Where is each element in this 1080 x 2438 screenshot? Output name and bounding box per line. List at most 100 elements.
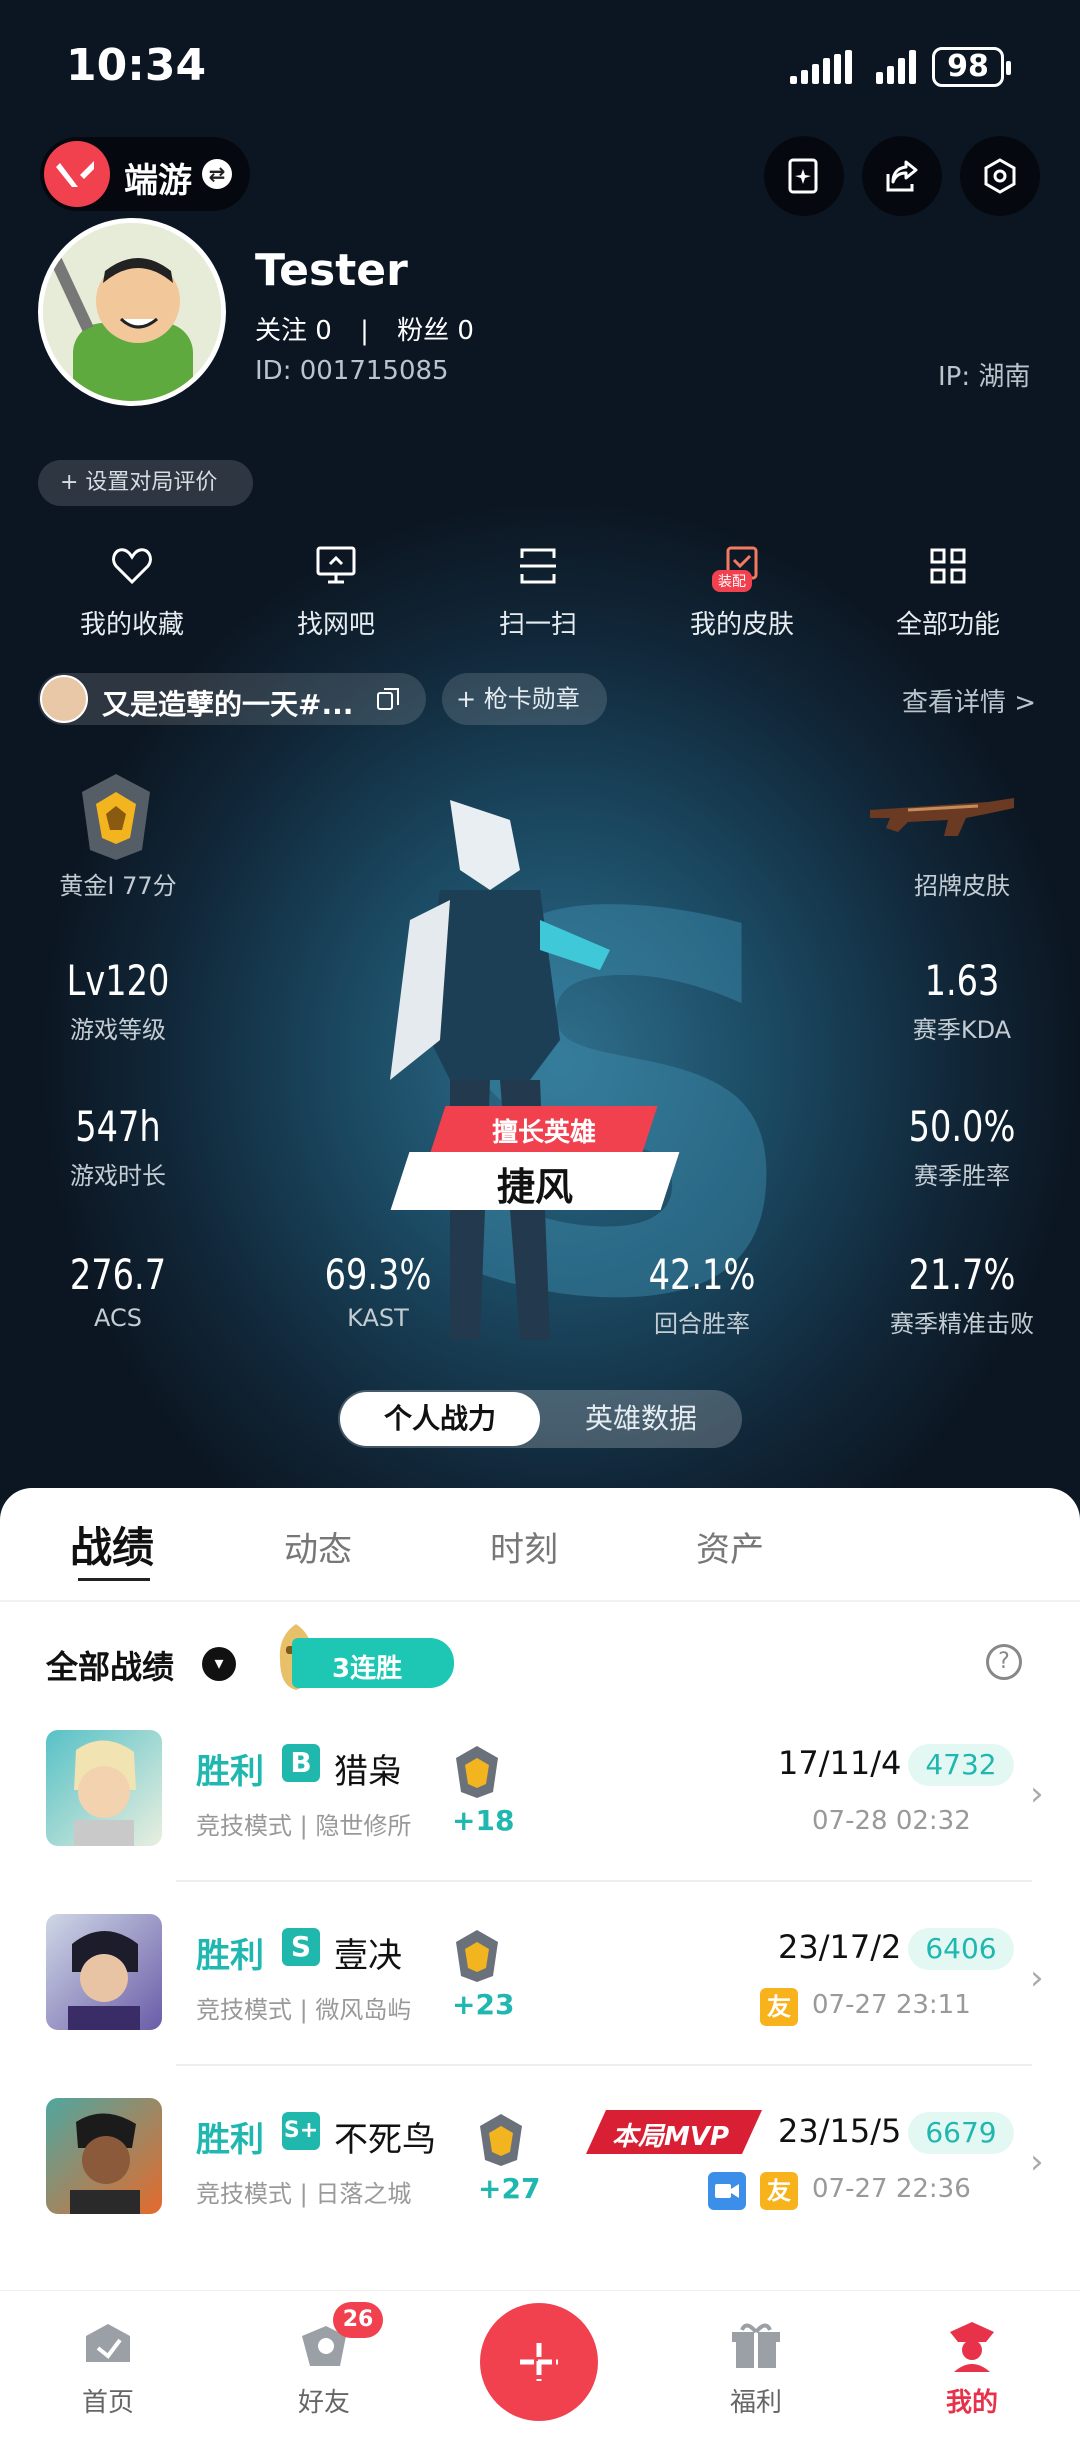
home-icon: [86, 2324, 130, 2362]
card-sparkle-icon: [788, 158, 818, 194]
view-details-link[interactable]: 查看详情 >: [902, 682, 1036, 719]
agent-avatar: [46, 1914, 162, 2030]
skin-label: 招牌皮肤: [914, 872, 1010, 900]
rank-delta: +23: [452, 1988, 515, 2021]
tool-label: 扫一扫: [498, 610, 577, 640]
chevron-right-icon: ›: [1030, 2142, 1044, 2182]
agent-avatar: [46, 1730, 162, 1846]
tool-all-features[interactable]: 全部功能: [868, 540, 1028, 641]
following-count[interactable]: 关注 0: [255, 316, 332, 346]
scan-icon: [520, 548, 556, 584]
match-date: 07-27 23:11: [812, 1990, 971, 2020]
help-icon[interactable]: ?: [986, 1644, 1022, 1680]
gold-rank-icon: [480, 2114, 522, 2166]
agent-avatar: [46, 2098, 162, 2214]
toggle-hero-data[interactable]: 英雄数据: [542, 1392, 740, 1446]
match-row[interactable]: 胜利 S 壹决 竞技模式 | 微风岛屿 +23 23/17/2 6406 友 0…: [0, 1914, 1080, 2098]
signature-skin-rifle-icon: [870, 798, 1014, 836]
acs-value: 276.7: [69, 1250, 167, 1299]
match-mode: 竞技模式 | 微风岛屿: [196, 1996, 412, 2024]
signal-icon-2: [876, 50, 920, 84]
avatar[interactable]: [38, 218, 226, 406]
records-filter-label[interactable]: 全部战绩: [46, 1642, 174, 1688]
agent-name: 壹决: [334, 1936, 402, 1976]
brand-title: 端游: [124, 161, 192, 201]
grid-icon: [930, 548, 966, 584]
nav-rewards[interactable]: 福利: [686, 2316, 826, 2419]
copy-icon[interactable]: [376, 687, 400, 711]
create-post-button[interactable]: [480, 2303, 598, 2421]
agent-name: 不死鸟: [334, 2120, 436, 2160]
mvp-badge: 本局MVP: [586, 2106, 762, 2158]
gold-rank-icon: [456, 1930, 498, 1982]
status-time: 10:34: [66, 40, 207, 91]
ip-location: IP: 湖南: [938, 362, 1031, 392]
tool-find-cafe[interactable]: 找网吧: [256, 540, 416, 641]
tab-assets[interactable]: 资产: [696, 1522, 764, 1571]
gun-card-medal-button[interactable]: + 枪卡勋章: [442, 673, 607, 725]
win-streak-text: 3连胜: [332, 1654, 403, 1684]
match-kda: 23/15/5: [778, 2112, 902, 2150]
rank-delta: +27: [478, 2172, 541, 2205]
match-date: 07-27 22:36: [812, 2174, 971, 2204]
nav-profile[interactable]: 我的: [902, 2316, 1042, 2419]
tool-favorites[interactable]: 我的收藏: [52, 540, 212, 641]
active-tab-indicator: [78, 1578, 150, 1584]
chevron-down-icon[interactable]: ▾: [202, 1647, 236, 1681]
match-mode: 竞技模式 | 隐世修所: [196, 1812, 412, 1840]
headshot-value: 21.7%: [908, 1250, 1016, 1299]
nav-home[interactable]: 首页: [38, 2316, 178, 2419]
row-divider: [176, 2064, 1032, 2066]
brand-switcher[interactable]: 端游 ⇄: [40, 137, 250, 211]
add-card-button[interactable]: [764, 136, 844, 216]
match-result: 胜利: [196, 1936, 264, 1976]
gold-rank-icon: [456, 1746, 498, 1798]
best-hero-name: 捷风: [496, 1165, 573, 1209]
match-row[interactable]: 胜利 S+ 不死鸟 竞技模式 | 日落之城 +27 本局MVP 23/15/5 …: [0, 2098, 1080, 2282]
fans-count[interactable]: 粉丝 0: [397, 316, 474, 346]
rank-delta: +18: [452, 1804, 515, 1837]
settings-button[interactable]: [960, 136, 1040, 216]
kda-value: 1.63: [924, 956, 1000, 1005]
tab-divider: [0, 1600, 1080, 1602]
monitor-icon: [316, 546, 356, 584]
match-score: 6679: [908, 2112, 1014, 2154]
match-date: 07-28 02:32: [812, 1806, 971, 1836]
tab-feed[interactable]: 动态: [284, 1522, 352, 1571]
best-hero-label: 擅长英雄: [491, 1118, 596, 1148]
tool-label: 我的收藏: [79, 610, 184, 640]
friends-unread-badge: 26: [333, 2302, 383, 2338]
stats-view-toggle[interactable]: 个人战力 英雄数据: [338, 1390, 742, 1448]
win-streak-badge: 3连胜: [292, 1638, 454, 1688]
gold-rank-icon: [82, 774, 150, 860]
share-icon: [886, 160, 918, 192]
player-name: 又是造孽的一天#...: [102, 688, 354, 721]
valorant-logo-icon: [44, 141, 110, 207]
match-kda: 23/17/2: [778, 1928, 902, 1966]
tool-my-skins[interactable]: 装配 我的皮肤: [662, 540, 822, 641]
playtime-value: 547h: [75, 1102, 161, 1151]
friend-tag: 友: [760, 2172, 798, 2210]
tab-records[interactable]: 战绩: [70, 1514, 154, 1575]
user-id: ID: 001715085: [255, 356, 449, 386]
acs-label: ACS: [94, 1304, 142, 1332]
level-value: Lv120: [66, 956, 170, 1005]
tab-moments[interactable]: 时刻: [490, 1522, 558, 1571]
match-row[interactable]: 胜利 B 猎枭 竞技模式 | 隐世修所 +18 17/11/4 4732 07-…: [0, 1730, 1080, 1914]
share-button[interactable]: [862, 136, 942, 216]
linked-player[interactable]: 又是造孽的一天#...: [38, 673, 426, 725]
status-bar: 10:34 98: [0, 0, 1080, 130]
tool-label: 找网吧: [296, 610, 375, 640]
match-score: 6406: [908, 1928, 1014, 1970]
tool-scan[interactable]: 扫一扫: [458, 540, 618, 641]
battery-indicator: 98: [932, 47, 1011, 87]
plus-icon: [520, 2343, 558, 2381]
set-match-rating-button[interactable]: + 设置对局评价: [38, 460, 253, 506]
player-avatar: [40, 675, 88, 723]
match-mode: 竞技模式 | 日落之城: [196, 2180, 412, 2208]
follow-stats[interactable]: 关注 0 | 粉丝 0: [255, 310, 474, 347]
profile-icon: [950, 2322, 994, 2372]
nav-label: 好友: [297, 2388, 350, 2418]
match-grade: B: [282, 1744, 320, 1782]
toggle-personal-power[interactable]: 个人战力: [340, 1392, 540, 1446]
